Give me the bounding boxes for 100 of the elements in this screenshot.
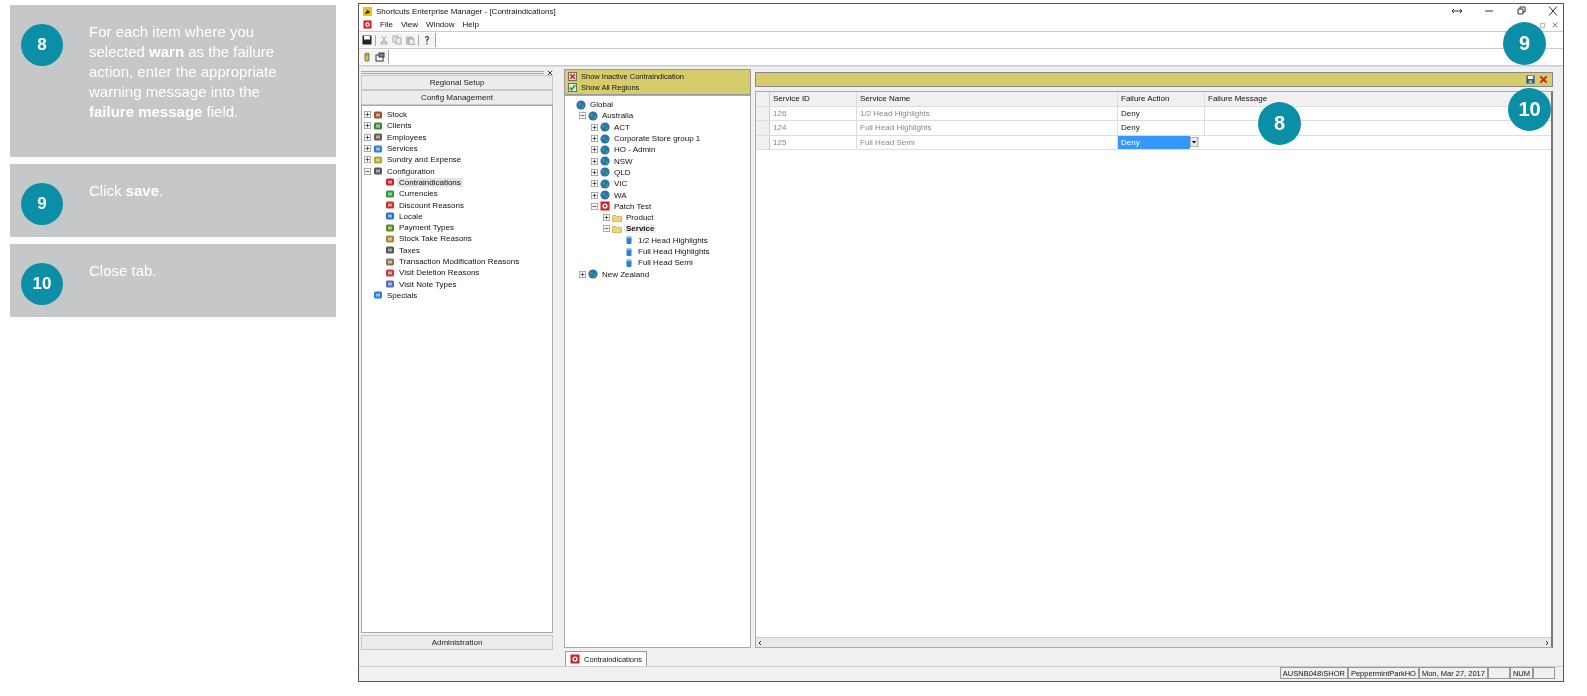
tree-item[interactable]: HO - Admin: [612, 145, 658, 155]
window-icon[interactable]: [375, 52, 385, 62]
tree-item[interactable]: Australia: [600, 111, 636, 121]
nav-button[interactable]: Regional Setup: [361, 75, 553, 90]
module-icon: [373, 290, 383, 301]
checked-box[interactable]: [568, 83, 577, 92]
unchecked-box[interactable]: [568, 72, 577, 81]
tree-item[interactable]: New Zealand: [600, 269, 652, 279]
collapse-icon[interactable]: [603, 225, 610, 233]
save-icon[interactable]: [1526, 75, 1535, 84]
status-pane: [1487, 667, 1510, 679]
expand-icon[interactable]: [364, 133, 371, 141]
tree-item[interactable]: Corporate Store group 1: [612, 134, 703, 144]
tree-item[interactable]: Global: [588, 100, 616, 110]
tree-item[interactable]: Transaction Modification Reasons: [397, 257, 522, 266]
folder-icon: [612, 223, 622, 234]
tree-item[interactable]: Configuration: [385, 166, 437, 176]
module-icon: [385, 177, 395, 188]
tree-item[interactable]: Discount Reasons: [397, 200, 466, 210]
globe-icon: [576, 99, 586, 110]
expand-icon[interactable]: [591, 168, 598, 176]
tree-item[interactable]: Taxes: [397, 245, 422, 255]
module-icon: [385, 211, 395, 222]
tree-item[interactable]: ACT: [612, 122, 632, 132]
expand-icon[interactable]: [591, 146, 598, 154]
tree-item[interactable]: Currencies: [397, 189, 440, 199]
column-header[interactable]: Service ID: [770, 92, 857, 106]
column-header[interactable]: Failure Action: [1118, 92, 1205, 106]
tree-item[interactable]: Patch Test: [612, 201, 654, 211]
expand-icon[interactable]: [364, 111, 371, 119]
tree-item[interactable]: WA: [612, 190, 629, 200]
module-icon: [385, 222, 395, 233]
expand-icon[interactable]: [591, 135, 598, 143]
step-number: 10: [21, 263, 63, 305]
dropdown-arrow-icon[interactable]: [1190, 137, 1198, 148]
tree-item[interactable]: 1/2 Head Highlights: [636, 235, 710, 245]
column-header[interactable]: Service Name: [857, 92, 1118, 106]
nav-button[interactable]: Administration: [361, 635, 553, 650]
tree-item[interactable]: Payment Types: [397, 223, 456, 233]
tree-item[interactable]: Product: [624, 213, 656, 223]
menu-item[interactable]: Window: [426, 20, 455, 29]
expand-icon[interactable]: [603, 214, 610, 222]
expand-icon[interactable]: [364, 122, 371, 130]
app-icon: [363, 6, 372, 16]
tree-item[interactable]: Full Head Semi: [636, 258, 695, 268]
expand-icon[interactable]: [579, 270, 586, 278]
tree-item[interactable]: Employees: [385, 132, 429, 142]
restore-icon[interactable]: [1515, 6, 1527, 16]
close-icon[interactable]: [547, 69, 553, 76]
tree-item[interactable]: Sundry and Expense: [385, 155, 464, 165]
tree-item[interactable]: NSW: [612, 156, 635, 166]
tree-item[interactable]: Contraindications: [397, 177, 463, 187]
module-icon: [373, 109, 383, 120]
module-icon: [373, 154, 383, 165]
module-icon: [373, 132, 383, 143]
expand-icon[interactable]: [591, 157, 598, 165]
close-icon[interactable]: [1547, 6, 1559, 16]
menu-item[interactable]: File: [380, 20, 393, 29]
collapse-icon[interactable]: [579, 112, 586, 120]
tree-item[interactable]: Specials: [385, 290, 420, 300]
module-icon: [385, 200, 395, 210]
scroll-left-icon[interactable]: [756, 638, 764, 647]
collapse-icon[interactable]: [591, 202, 598, 210]
tree-item[interactable]: VIC: [612, 179, 630, 189]
expand-icon[interactable]: [591, 191, 598, 199]
globe-icon: [600, 167, 610, 178]
tree-item[interactable]: Full Head Highlights: [636, 247, 712, 256]
menu-item[interactable]: View: [400, 20, 419, 29]
tree-item[interactable]: Stock: [385, 110, 409, 120]
tree-item[interactable]: Services: [385, 144, 420, 154]
save-icon[interactable]: [362, 35, 372, 45]
cylinder-icon: [624, 235, 634, 246]
expand-icon[interactable]: [591, 180, 598, 188]
expand-icon[interactable]: [364, 156, 371, 164]
nav-button[interactable]: Config Management: [361, 90, 553, 105]
help-icon[interactable]: [422, 35, 432, 45]
tree-item[interactable]: Clients: [385, 121, 414, 131]
horizontal-scrollbar[interactable]: [756, 637, 1551, 647]
menu-item[interactable]: Help: [462, 20, 479, 29]
status-pane: [1533, 667, 1555, 679]
module-icon: [385, 188, 395, 199]
scroll-right-icon[interactable]: [1543, 638, 1551, 647]
globe-icon: [600, 190, 610, 200]
module-icon: [373, 166, 383, 177]
tree-item[interactable]: Visit Note Types: [397, 279, 459, 289]
resize-icon[interactable]: [1451, 6, 1463, 16]
tree-item[interactable]: Service: [624, 224, 657, 234]
collapse-icon[interactable]: [364, 167, 371, 175]
globe-icon: [600, 133, 610, 144]
expand-icon[interactable]: [591, 123, 598, 131]
step-number: 9: [21, 183, 63, 225]
tree-item[interactable]: Stock Take Reasons: [397, 234, 474, 244]
tree-item[interactable]: Visit Deletion Reasons: [397, 268, 482, 278]
tree-item[interactable]: Locale: [397, 211, 425, 221]
table-cell: 1/2 Head Highlights: [857, 106, 1118, 120]
cylinder-icon[interactable]: [362, 52, 372, 62]
module-icon: [385, 256, 395, 267]
expand-icon[interactable]: [364, 145, 371, 153]
module-icon: [373, 120, 383, 131]
tree-item[interactable]: QLD: [612, 167, 633, 177]
